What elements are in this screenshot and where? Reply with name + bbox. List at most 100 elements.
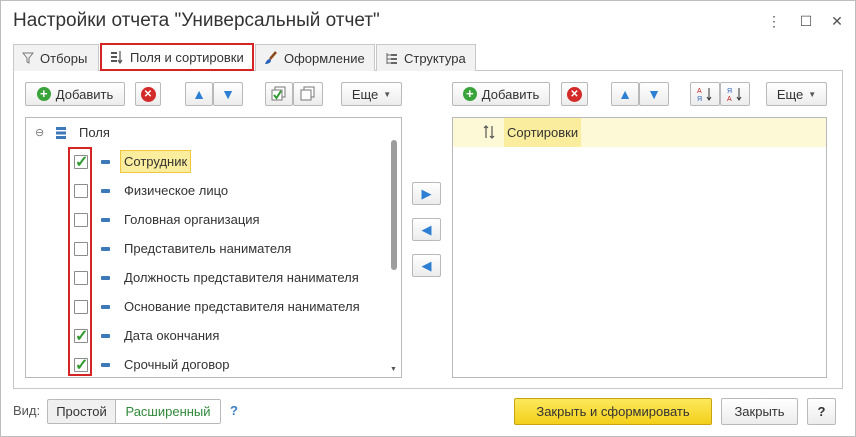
delete-icon: ✕ bbox=[140, 86, 156, 102]
field-icon bbox=[101, 188, 110, 193]
field-label: Головная организация bbox=[124, 212, 260, 227]
sort-descending-icon: ЯА bbox=[727, 88, 742, 102]
field-icon bbox=[101, 333, 110, 338]
sort-order-icon bbox=[483, 125, 495, 139]
view-help-link[interactable]: ? bbox=[230, 403, 238, 418]
svg-text:Я: Я bbox=[697, 96, 702, 102]
add-icon: + bbox=[462, 87, 477, 101]
delete-icon: ✕ bbox=[567, 86, 582, 102]
field-icon bbox=[101, 159, 110, 164]
delete-sorting-button[interactable]: ✕ bbox=[561, 82, 588, 106]
tab-appearance[interactable]: Оформление bbox=[255, 44, 375, 71]
sorting-list[interactable]: Сортировки bbox=[452, 117, 827, 378]
window-title: Настройки отчета "Универсальный отчет" bbox=[13, 10, 380, 31]
field-label: Основание представителя нанимателя bbox=[124, 299, 360, 314]
sort-descending-button[interactable]: ЯА bbox=[720, 82, 750, 106]
add-field-label: Добавить bbox=[55, 86, 114, 102]
more-right-label: Еще bbox=[776, 86, 804, 102]
close-and-generate-button[interactable]: Закрыть и сформировать bbox=[514, 398, 712, 425]
close-button[interactable]: Закрыть bbox=[721, 398, 798, 425]
tab-structure[interactable]: Структура bbox=[376, 44, 476, 71]
help-button[interactable]: ? bbox=[807, 398, 836, 425]
tab-filters-label: Отборы bbox=[40, 50, 88, 66]
svg-text:Я: Я bbox=[727, 88, 732, 95]
help-label: ? bbox=[817, 404, 826, 419]
uncheck-all-button[interactable] bbox=[293, 82, 323, 106]
checkbox-highlight-frame bbox=[68, 147, 92, 376]
sorting-root-row[interactable]: Сортировки bbox=[453, 118, 826, 147]
close-icon[interactable]: ✕ bbox=[827, 11, 847, 31]
view-extended-button[interactable]: Расширенный bbox=[115, 399, 221, 424]
field-label: Представитель нанимателя bbox=[124, 241, 292, 256]
field-icon bbox=[101, 275, 110, 280]
maximize-icon[interactable]: ☐ bbox=[796, 11, 816, 31]
structure-icon bbox=[386, 52, 397, 64]
svg-text:А: А bbox=[727, 96, 732, 102]
field-icon bbox=[101, 304, 110, 309]
svg-text:А: А bbox=[697, 88, 702, 95]
close-and-generate-label: Закрыть и сформировать bbox=[536, 404, 690, 419]
sort-ascending-icon: АЯ bbox=[697, 88, 712, 102]
view-simple-button[interactable]: Простой bbox=[47, 399, 116, 424]
sort-ascending-button[interactable]: АЯ bbox=[690, 82, 720, 106]
tab-filters[interactable]: Отборы bbox=[13, 44, 99, 71]
view-simple-label: Простой bbox=[56, 404, 107, 419]
filter-icon bbox=[22, 52, 34, 64]
check-all-button[interactable] bbox=[265, 82, 293, 106]
more-actions-icon[interactable]: ⋮ bbox=[764, 11, 784, 31]
add-sorting-button[interactable]: + Добавить bbox=[452, 82, 550, 106]
field-label: Физическое лицо bbox=[124, 183, 229, 198]
tab-fields-sorting-label: Поля и сортировки bbox=[130, 49, 244, 65]
add-sorting-label: Добавить bbox=[481, 86, 540, 102]
add-icon: + bbox=[36, 87, 51, 101]
delete-field-button[interactable]: ✕ bbox=[135, 82, 161, 106]
brush-icon bbox=[265, 51, 277, 64]
field-icon bbox=[101, 362, 110, 367]
arrow-right-icon: ▶ bbox=[421, 186, 432, 201]
arrow-left-icon: ◀ bbox=[421, 222, 432, 237]
more-right-button[interactable]: Еще ▼ bbox=[766, 82, 827, 106]
tab-appearance-label: Оформление bbox=[284, 50, 365, 66]
scroll-down-icon[interactable]: ▼ bbox=[390, 366, 397, 373]
view-extended-label: Расширенный bbox=[125, 404, 211, 419]
field-label: Сотрудник bbox=[120, 150, 192, 173]
arrow-down-icon: ▼ bbox=[647, 86, 661, 102]
double-arrow-left-icon: ◀ bbox=[421, 258, 432, 273]
close-label: Закрыть bbox=[734, 404, 785, 419]
chevron-down-icon: ▼ bbox=[808, 89, 817, 99]
chevron-down-icon: ▼ bbox=[383, 89, 392, 99]
arrow-up-icon: ▲ bbox=[618, 86, 632, 102]
remove-from-sorting-button[interactable]: ◀ bbox=[412, 218, 441, 241]
field-label: Должность представителя нанимателя bbox=[124, 270, 359, 285]
move-down-button[interactable]: ▼ bbox=[213, 82, 243, 106]
sorting-move-up-button[interactable]: ▲ bbox=[611, 82, 639, 106]
title-bar: Настройки отчета "Универсальный отчет" ⋮… bbox=[1, 1, 855, 41]
view-mode-label: Вид: bbox=[13, 403, 41, 418]
check-all-icon bbox=[271, 86, 286, 101]
arrow-up-icon: ▲ bbox=[192, 86, 206, 102]
field-icon bbox=[101, 217, 110, 222]
arrow-down-icon: ▼ bbox=[221, 86, 235, 102]
fields-root-row[interactable]: ⊖ Поля bbox=[26, 118, 401, 147]
field-label: Срочный договор bbox=[124, 357, 230, 372]
scrollbar-thumb[interactable] bbox=[391, 140, 397, 270]
sorting-move-down-button[interactable]: ▼ bbox=[639, 82, 669, 106]
add-to-sorting-button[interactable]: ▶ bbox=[412, 182, 441, 205]
tab-structure-label: Структура bbox=[404, 50, 466, 66]
fields-sort-icon bbox=[111, 51, 123, 64]
fields-group-icon bbox=[56, 126, 66, 139]
more-left-label: Еще bbox=[351, 86, 379, 102]
field-icon bbox=[101, 246, 110, 251]
more-left-button[interactable]: Еще ▼ bbox=[341, 82, 402, 106]
fields-scrollbar[interactable]: ▼ bbox=[389, 118, 399, 377]
uncheck-all-icon bbox=[300, 86, 315, 101]
move-up-button[interactable]: ▲ bbox=[185, 82, 213, 106]
collapse-icon[interactable]: ⊖ bbox=[35, 126, 44, 139]
settings-tabs: Отборы Поля и сортировки Оформление Стру… bbox=[13, 43, 843, 71]
fields-root-label: Поля bbox=[79, 125, 110, 140]
sorting-root-label: Сортировки bbox=[504, 118, 582, 147]
add-field-button[interactable]: + Добавить bbox=[25, 82, 125, 106]
tab-fields-sorting[interactable]: Поля и сортировки bbox=[100, 43, 254, 71]
remove-all-sorting-button[interactable]: ◀ bbox=[412, 254, 441, 277]
field-label: Дата окончания bbox=[124, 328, 220, 343]
